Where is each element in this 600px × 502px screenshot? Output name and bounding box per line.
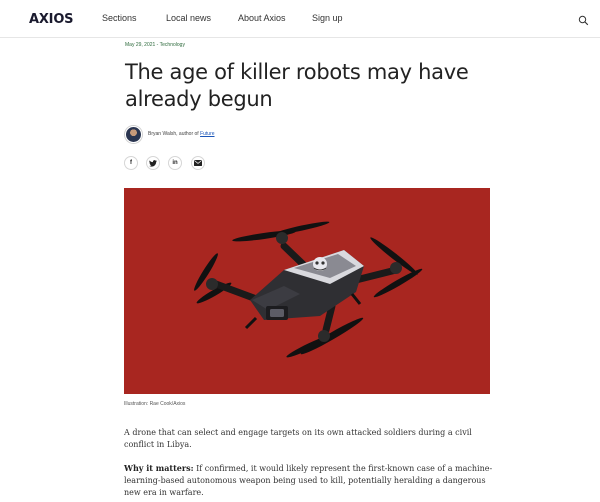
article-byline: Bryan Walsh, author of Future <box>148 131 215 137</box>
article-headline: The age of killer robots may have alread… <box>125 60 469 111</box>
image-caption: Illustration: Rae Cook/Axios <box>124 401 186 407</box>
byline-author: Bryan Walsh, author of <box>148 131 201 137</box>
facebook-icon: f <box>130 160 132 166</box>
linkedin-icon: in <box>172 160 178 166</box>
axios-logo[interactable]: AXIOS <box>29 12 74 27</box>
article-dateline[interactable]: May 29, 2021 - Technology <box>125 42 185 48</box>
article-paragraph-2: Why it matters: If confirmed, it would l… <box>124 462 494 499</box>
article-hero-image <box>124 188 490 394</box>
byline-future-link[interactable]: Future <box>200 131 214 137</box>
author-avatar[interactable] <box>125 126 142 143</box>
nav-about-axios[interactable]: About Axios <box>238 13 286 23</box>
nav-sign-up[interactable]: Sign up <box>312 13 343 23</box>
why-it-matters-label: Why it matters: <box>124 463 194 473</box>
share-twitter-button[interactable] <box>146 156 160 170</box>
share-email-button[interactable] <box>191 156 205 170</box>
share-facebook-button[interactable]: f <box>124 156 138 170</box>
drone-illustration <box>194 221 423 358</box>
site-header: AXIOS Sections Local news About Axios Si… <box>0 0 600 38</box>
search-icon[interactable] <box>578 13 589 26</box>
nav-sections[interactable]: Sections <box>102 13 137 23</box>
twitter-icon <box>149 159 157 167</box>
email-icon <box>194 160 202 166</box>
share-linkedin-button[interactable]: in <box>168 156 182 170</box>
article-paragraph-1: A drone that can select and engage targe… <box>124 428 472 449</box>
nav-local-news[interactable]: Local news <box>166 13 211 23</box>
